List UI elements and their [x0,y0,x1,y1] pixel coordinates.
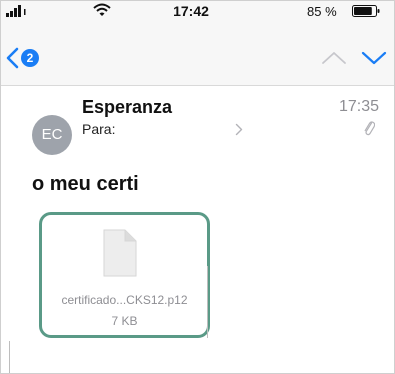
mail-screen: 17:42 85 % 2 EC Esperanza Para: 17:35 o … [0,0,395,374]
unread-badge: 2 [21,49,39,67]
attachment-tile[interactable]: certificado...CKS12.p12 7 KB [39,212,210,338]
chevron-down-icon [361,51,387,65]
previous-message-button[interactable] [320,49,348,67]
next-message-button[interactable] [360,49,388,67]
attachment-file-size: 7 KB [111,314,138,328]
chevron-up-icon [322,52,346,64]
divider [207,266,208,338]
message-time: 17:35 [338,98,379,115]
attachment-file-name: certificado...CKS12.p12 [61,293,188,307]
nav-bar: 2 [1,21,394,86]
status-time: 17:42 [173,3,209,19]
wifi-icon [93,3,111,16]
paperclip-icon [364,121,375,136]
cellular-signal-icon [6,5,26,17]
recipient-label: Para: [82,121,116,137]
status-bar: 17:42 85 % [1,1,394,21]
battery-icon [352,5,380,17]
document-icon [103,229,137,277]
battery-percent: 85 % [307,4,337,19]
message-subject: o meu certi [32,173,139,195]
avatar: EC [32,115,72,155]
divider [9,341,10,373]
chevron-right-icon[interactable] [235,123,243,136]
chevron-left-icon [6,47,19,69]
back-button[interactable]: 2 [5,45,45,71]
sender-name[interactable]: Esperanza [82,97,172,118]
